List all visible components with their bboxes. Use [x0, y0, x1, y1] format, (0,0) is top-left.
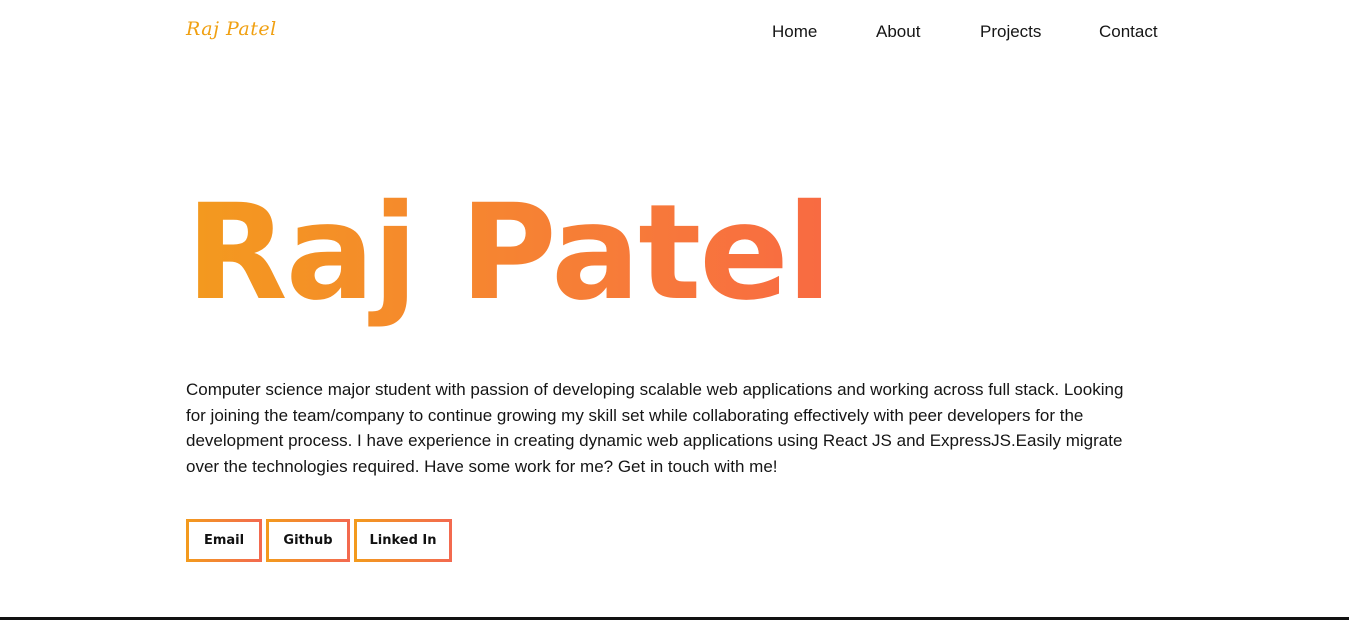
nav-links: Home About Projects Contact [0, 22, 1349, 44]
hero-bio: Computer science major student with pass… [186, 380, 1124, 476]
nav-link-home[interactable]: Home [772, 22, 817, 42]
nav-link-contact[interactable]: Contact [1099, 22, 1158, 42]
hero-name: Raj Patel [186, 168, 832, 338]
navbar: Raj Patel Home About Projects Contact [0, 0, 1349, 66]
nav-link-about[interactable]: About [876, 22, 920, 42]
email-button[interactable]: Email [186, 519, 262, 562]
linkedin-button[interactable]: Linked In [354, 519, 452, 562]
nav-link-projects[interactable]: Projects [980, 22, 1041, 42]
github-button[interactable]: Github [266, 519, 350, 562]
